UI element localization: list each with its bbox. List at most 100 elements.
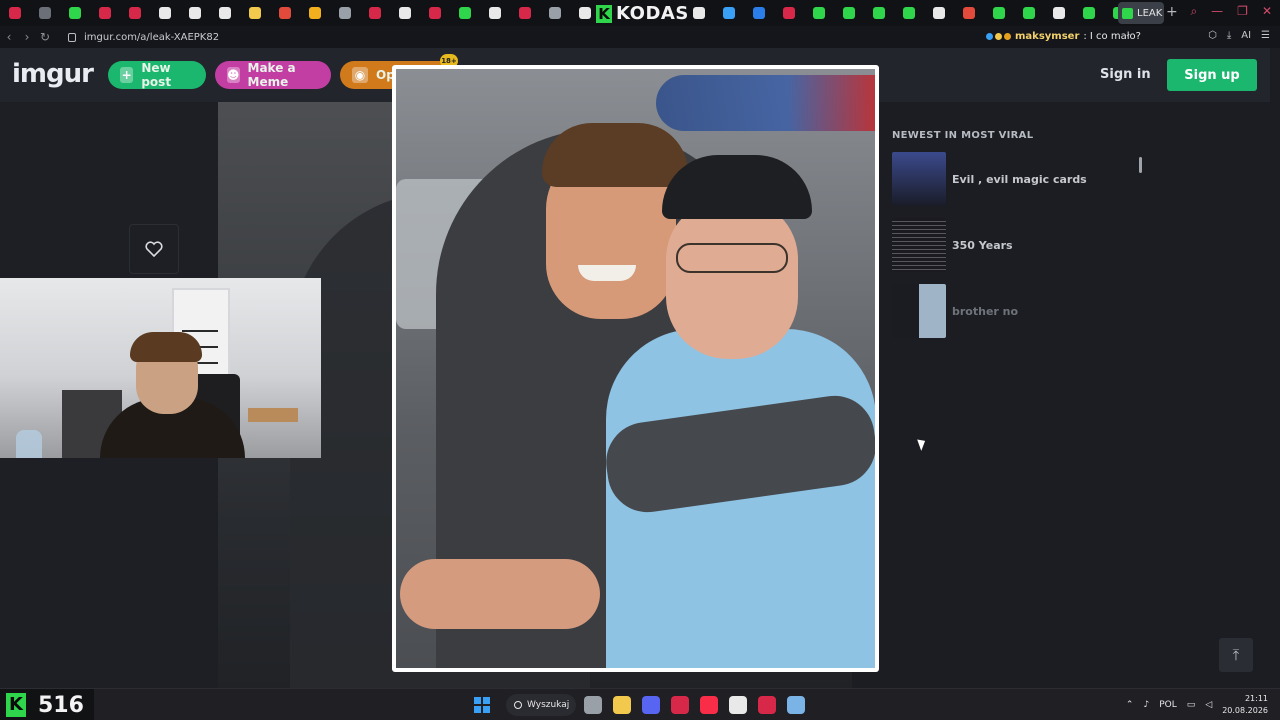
browser-tab[interactable] (300, 0, 330, 26)
browser-tab[interactable] (270, 0, 300, 26)
favicon-icon (369, 7, 381, 19)
taskbar-app-icon[interactable] (584, 696, 602, 714)
viral-item[interactable]: 350 Years (892, 217, 1142, 273)
taskbar-app-icon[interactable] (642, 696, 660, 714)
ai-button[interactable]: AI (1241, 30, 1251, 41)
browser-tab[interactable] (390, 0, 420, 26)
photo-person-face (666, 199, 798, 359)
network-icon[interactable]: ▭ (1187, 700, 1196, 710)
reload-icon[interactable]: ↻ (36, 30, 54, 44)
search-tabs-icon[interactable]: ⌕ (1190, 4, 1197, 19)
taskbar-app-icon[interactable] (671, 696, 689, 714)
browser-tab[interactable] (30, 0, 60, 26)
viewer-count: 516 (38, 692, 84, 718)
plus-icon: + (120, 67, 134, 83)
favicon-icon (489, 7, 501, 19)
browser-tab[interactable] (894, 0, 924, 26)
extensions-icon[interactable]: ⬡ (1208, 30, 1217, 41)
windows-start-icon[interactable] (474, 697, 490, 713)
browser-tab[interactable] (180, 0, 210, 26)
browser-tab[interactable] (60, 0, 90, 26)
browser-tab[interactable] (510, 0, 540, 26)
favicon-icon (783, 7, 795, 19)
like-button[interactable] (129, 224, 179, 274)
taskbar-clock[interactable]: 21:11 20.08.2026 (1222, 693, 1268, 717)
minimize-icon[interactable]: — (1211, 4, 1223, 19)
menu-icon[interactable]: ☰ (1261, 30, 1270, 41)
tab-kodas[interactable]: K KODAS (596, 3, 689, 24)
browser-tab[interactable] (330, 0, 360, 26)
browser-tab[interactable] (1044, 0, 1074, 26)
viral-item[interactable]: brother no (892, 283, 1142, 339)
image-lightbox[interactable] (392, 65, 879, 672)
browser-tab[interactable] (684, 0, 714, 26)
heart-icon (145, 241, 163, 257)
maximize-icon[interactable]: ❐ (1237, 4, 1248, 19)
favicon-icon (219, 7, 231, 19)
favicon-icon (249, 7, 261, 19)
sign-up-button[interactable]: Sign up (1167, 59, 1257, 91)
browser-tab[interactable] (420, 0, 450, 26)
browser-tab[interactable] (450, 0, 480, 26)
browser-tab[interactable] (240, 0, 270, 26)
language-indicator[interactable]: POL (1159, 700, 1177, 710)
viral-item[interactable]: Evil , evil magic cards (892, 151, 1142, 207)
favicon-icon (873, 7, 885, 19)
browser-tab[interactable] (120, 0, 150, 26)
back-icon[interactable]: ‹ (0, 30, 18, 44)
browser-tab[interactable] (744, 0, 774, 26)
browser-tab[interactable] (924, 0, 954, 26)
browser-tab[interactable] (480, 0, 510, 26)
browser-tab[interactable] (714, 0, 744, 26)
close-icon[interactable]: ✕ (1262, 4, 1272, 19)
gamepad-icon: ◉ (352, 67, 368, 83)
scroll-to-top-button[interactable]: ⤒ (1219, 638, 1253, 672)
taskbar-app-icon[interactable] (729, 696, 747, 714)
photo-person-glasses (676, 243, 788, 273)
browser-tab[interactable] (360, 0, 390, 26)
taskbar-search[interactable]: Wyszukaj (506, 694, 576, 716)
browser-tab[interactable] (90, 0, 120, 26)
download-icon[interactable]: ⤓ (1227, 30, 1231, 41)
taskbar-app-icon[interactable] (758, 696, 776, 714)
browser-tab[interactable] (1014, 0, 1044, 26)
favicon-icon (519, 7, 531, 19)
screen: K KODAS LEAK + ⌕ — ❐ ✕ ‹ › ↻ imgur.com/a… (0, 0, 1280, 720)
taskbar-app-icon[interactable] (700, 696, 718, 714)
imgur-logo[interactable]: imgur (12, 59, 94, 89)
sidebar-scroll-indicator[interactable] (1139, 157, 1142, 173)
forward-icon[interactable]: › (18, 30, 36, 44)
browser-tab[interactable] (804, 0, 834, 26)
browser-tab[interactable] (540, 0, 570, 26)
taskbar-app-icon[interactable] (787, 696, 805, 714)
sign-in-link[interactable]: Sign in (1100, 67, 1151, 82)
search-icon (514, 701, 522, 709)
tray-chevron-icon[interactable]: ⌃ (1126, 700, 1134, 710)
url-field[interactable]: imgur.com/a/leak-XAEPK82 (84, 32, 219, 43)
new-tab-button[interactable]: + (1166, 4, 1178, 20)
browser-tab[interactable] (0, 0, 30, 26)
kick-logo-icon: K (596, 4, 612, 23)
system-tray: ⌃ ♪ POL ▭ ◁ 21:11 20.08.2026 (1126, 689, 1268, 720)
tab-icons-right (684, 0, 1134, 26)
browser-tab[interactable] (864, 0, 894, 26)
taskbar-app-icon[interactable] (613, 696, 631, 714)
make-meme-button[interactable]: ☻ Make a Meme (215, 61, 331, 89)
browser-tab[interactable] (150, 0, 180, 26)
new-post-button[interactable]: + New post (108, 61, 206, 89)
browser-tab[interactable] (774, 0, 804, 26)
favicon-icon (933, 7, 945, 19)
browser-tab[interactable] (210, 0, 240, 26)
browser-tab[interactable] (954, 0, 984, 26)
tab-leak-active[interactable]: LEAK (1118, 2, 1164, 24)
browser-tab[interactable] (834, 0, 864, 26)
favicon-icon (693, 7, 705, 19)
sidebar-title: NEWEST IN MOST VIRAL (892, 130, 1034, 141)
browser-tab[interactable] (1074, 0, 1104, 26)
chat-badges-icon (986, 33, 1011, 40)
make-meme-label: Make a Meme (247, 61, 296, 89)
browser-tab[interactable] (984, 0, 1014, 26)
photo-person-hands (400, 559, 600, 629)
volume-icon[interactable]: ◁ (1205, 700, 1212, 710)
microphone-icon[interactable]: ♪ (1143, 700, 1149, 710)
